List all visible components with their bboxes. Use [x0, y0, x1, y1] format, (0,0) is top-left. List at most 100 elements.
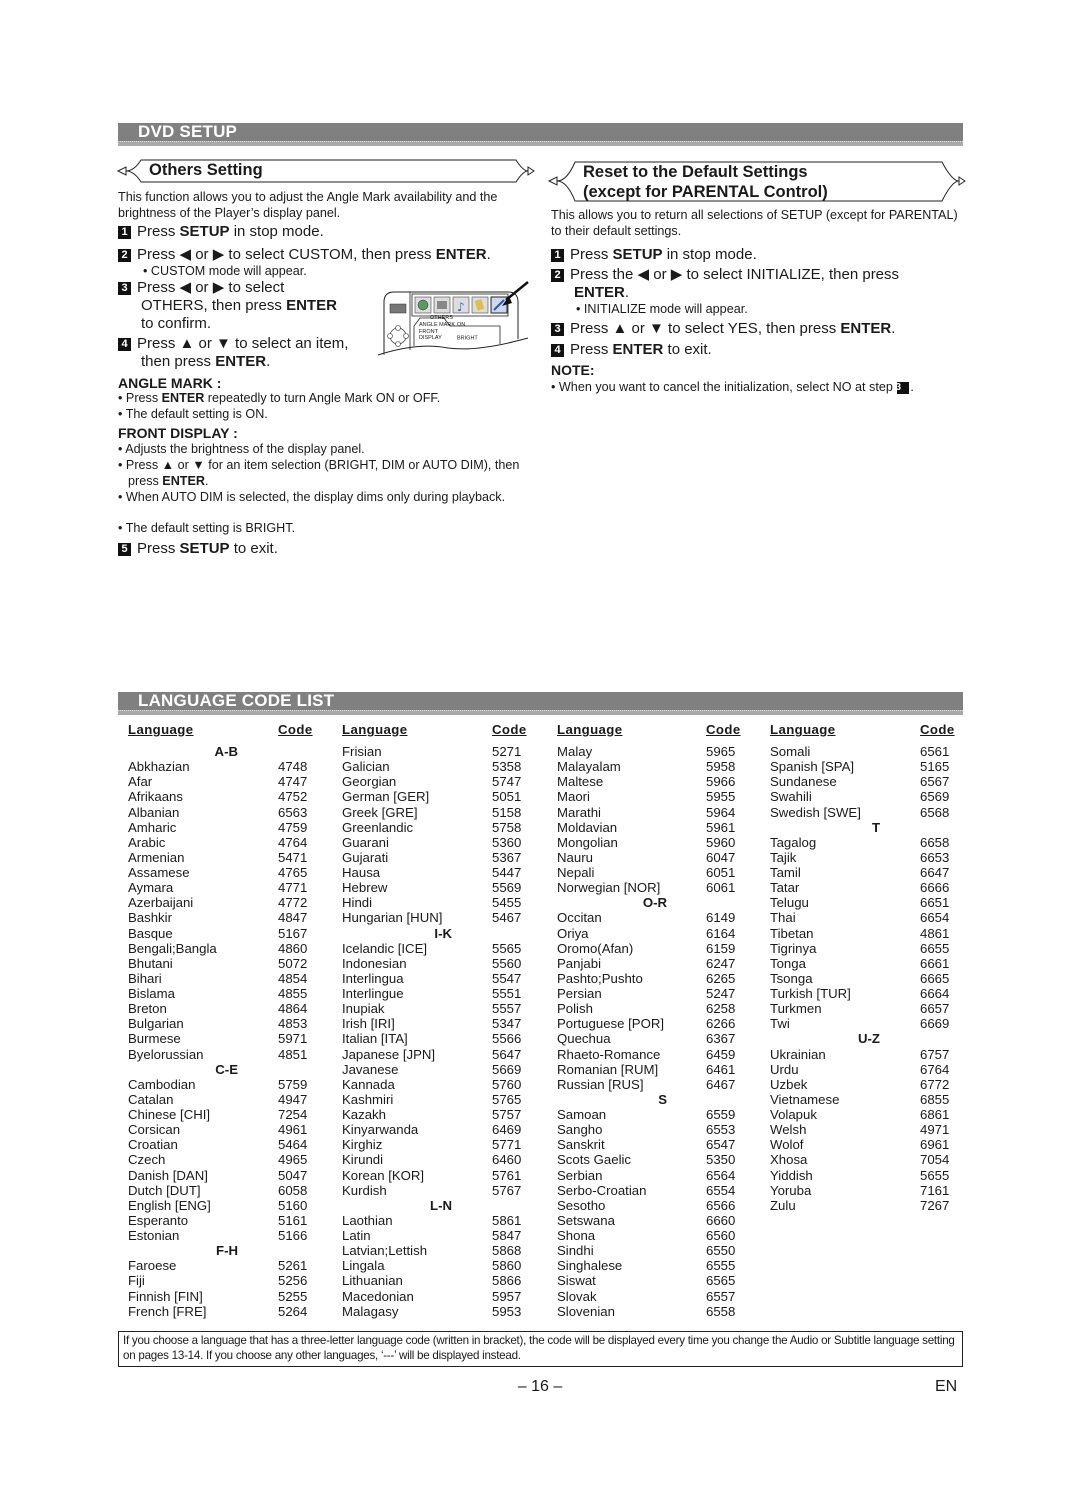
language-name: Sanskrit — [557, 1137, 605, 1153]
language-code: 7254 — [278, 1107, 308, 1122]
language-code: 4747 — [278, 774, 308, 790]
language-row: Estonian 5166 — [128, 1228, 318, 1243]
language-code: 6764 — [920, 1061, 950, 1077]
language-row: Rhaeto-Romance 6459 — [557, 1047, 747, 1062]
language-code: 6772 — [920, 1076, 950, 1092]
language-code: 4764 — [278, 834, 308, 850]
language-code: 5860 — [492, 1258, 522, 1274]
language-name: Macedonian — [342, 1288, 414, 1304]
language-row: Lingala 5860 — [342, 1258, 532, 1273]
language-code: 5958 — [706, 759, 736, 775]
language-code: 4861 — [920, 925, 950, 941]
language-row: Hungarian [HUN] 5467 — [342, 910, 532, 925]
group-heading: C-E — [128, 1062, 318, 1077]
language-name: Scots Gaelic — [557, 1152, 632, 1168]
language-name: Croatian — [128, 1137, 178, 1153]
language-column-3: Language Code Malay 5965 Malayalam 5958 Maltes… — [557, 722, 747, 1319]
language-name: Laothian — [342, 1212, 393, 1228]
language-code: 5957 — [492, 1288, 522, 1304]
language-row: Czech 4965 — [128, 1152, 318, 1167]
group-label: S — [658, 1091, 667, 1107]
language-row: Sindhi 6550 — [557, 1243, 747, 1258]
language-code: 5669 — [492, 1061, 522, 1077]
language-name: Tagalog — [770, 834, 817, 850]
language-code: 6461 — [706, 1061, 736, 1077]
language-row: Quechua 6367 — [557, 1031, 747, 1046]
group-heading: A-B — [128, 744, 318, 759]
language-code: 5072 — [278, 955, 308, 971]
language-name: Xhosa — [770, 1152, 808, 1168]
group-label: U-Z — [858, 1031, 880, 1047]
language-code: 5966 — [706, 774, 736, 790]
language-code: 6660 — [706, 1212, 736, 1228]
language-code: 5964 — [706, 804, 736, 820]
language-name: Javanese — [342, 1061, 399, 1077]
language-name: Sesotho — [557, 1197, 606, 1213]
language-row: Mongolian 5960 — [557, 835, 747, 850]
language-name: Hausa — [342, 865, 381, 880]
language-name: Telugu — [770, 895, 809, 911]
language-code: 6665 — [920, 970, 950, 986]
language-name: Armenian — [128, 849, 185, 865]
front-display-bullet-3: • When AUTO DIM is selected, the display… — [118, 490, 506, 504]
header-language: Language — [557, 722, 623, 737]
reset-step-2: 2 Press the ◀ or ▶ to select INITIALIZE, … — [551, 266, 899, 302]
dvd-setup-title: DVD SETUP — [138, 122, 238, 141]
language-name: Slovak — [557, 1288, 597, 1304]
language-row: Interlingua 5547 — [342, 971, 532, 986]
language-name: Yiddish — [770, 1167, 813, 1183]
language-code: 5971 — [278, 1031, 308, 1047]
others-setting-heading: Others Setting — [149, 161, 263, 179]
others-step-2: 2 Press ◀ or ▶ to select CUSTOM, then pre… — [118, 246, 491, 264]
language-code-footnote: If you choose a language that has a thre… — [118, 1331, 963, 1367]
language-code: 5647 — [492, 1046, 522, 1062]
group-heading: F-H — [128, 1243, 318, 1258]
language-name: Bislama — [128, 986, 175, 1001]
language-row: Kirundi 6460 — [342, 1152, 532, 1167]
language-row: Lithuanian 5866 — [342, 1273, 532, 1288]
reset-step-4: 4 Press ENTER to exit. — [551, 341, 712, 359]
language-code: 5965 — [706, 744, 736, 759]
language-code: 6555 — [706, 1258, 736, 1274]
language-name: Gujarati — [342, 849, 389, 865]
others-step-4: 4 Press ▲ or ▼ to select an item, then pr… — [118, 335, 348, 371]
language-row: Italian [ITA] 5566 — [342, 1031, 532, 1046]
language-name: Russian [RUS] — [557, 1076, 644, 1092]
language-code: 4851 — [278, 1046, 308, 1062]
language-name: Wolof — [770, 1137, 804, 1153]
language-code: 5467 — [492, 910, 522, 926]
front-display-bullet-4: • The default setting is BRIGHT. — [118, 521, 296, 535]
language-row: Arabic 4764 — [128, 835, 318, 850]
language-code: 6565 — [706, 1273, 736, 1289]
language-name: Bengali;Bangla — [128, 940, 217, 956]
language-name: Marathi — [557, 804, 601, 820]
language-code: 5367 — [492, 849, 522, 865]
language-name: Turkish [TUR] — [770, 986, 851, 1001]
language-name: Latvian;Lettish — [342, 1243, 428, 1259]
language-name: Polish — [557, 1001, 593, 1017]
language-code: 5847 — [492, 1228, 522, 1243]
language-name: Nepali — [557, 865, 595, 880]
language-row: Amharic 4759 — [128, 820, 318, 835]
language-code: 6469 — [492, 1122, 522, 1138]
language-row: Kazakh 5757 — [342, 1107, 532, 1122]
language-name: Occitan — [557, 910, 602, 926]
language-name: Vietnamese — [770, 1091, 840, 1107]
language-row: Catalan 4947 — [128, 1092, 318, 1107]
language-name: Somali — [770, 744, 811, 759]
language-name: English [ENG] — [128, 1197, 211, 1213]
language-code: 5166 — [278, 1228, 308, 1243]
language-code: 5051 — [492, 789, 522, 805]
language-row: Pashto;Pushto 6265 — [557, 971, 747, 986]
language-name: Tajik — [770, 849, 797, 865]
language-code: 5961 — [706, 819, 736, 835]
language-name: Zulu — [770, 1197, 796, 1213]
language-row: Ukrainian 6757 — [770, 1047, 960, 1062]
language-name: Bihari — [128, 970, 162, 986]
language-code: 6855 — [920, 1091, 950, 1107]
language-name: Malagasy — [342, 1303, 399, 1319]
language-row: Basque 5167 — [128, 926, 318, 941]
language-row: Volapuk 6861 — [770, 1107, 960, 1122]
language-row: Turkish [TUR] 6664 — [770, 986, 960, 1001]
language-name: Siswat — [557, 1273, 596, 1289]
